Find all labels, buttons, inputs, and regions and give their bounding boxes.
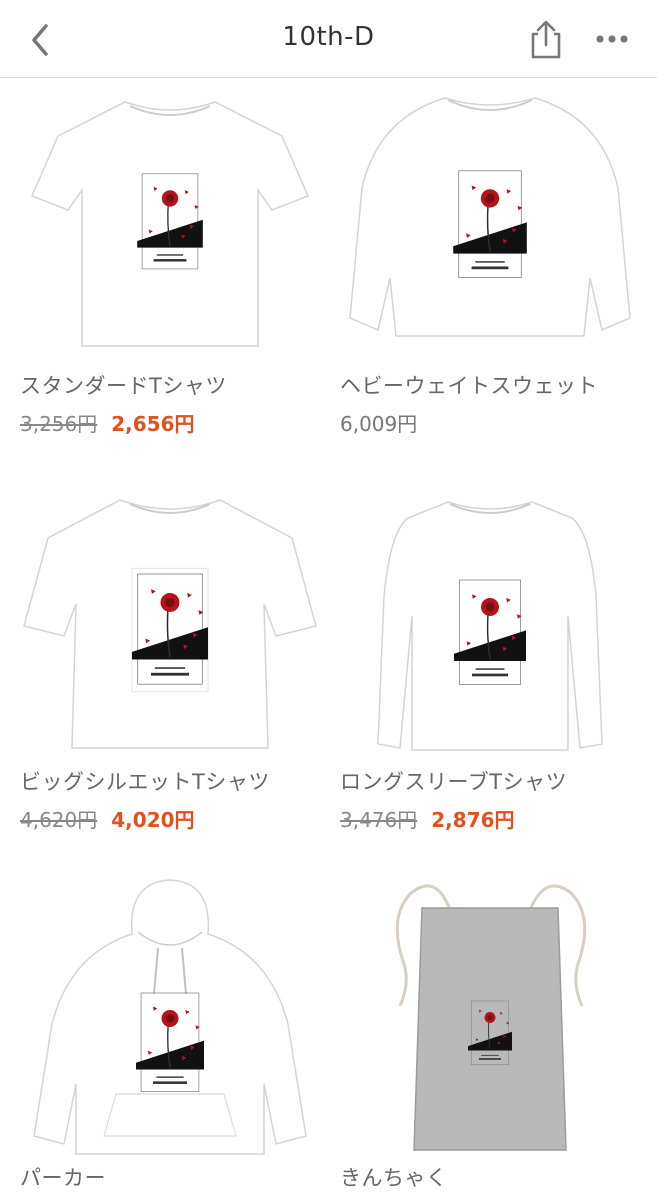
- sweat-garment: [349, 97, 631, 337]
- nav-bar: 10th-D: [0, 0, 657, 78]
- rose-center: [487, 1014, 493, 1021]
- garment-body: [349, 97, 631, 337]
- rose-center: [165, 1014, 175, 1023]
- garment-body: [31, 101, 309, 347]
- print-caption-line: [151, 672, 189, 676]
- product-price: 4,620円 4,020円: [20, 804, 195, 833]
- rose-center: [165, 597, 175, 608]
- product-image: [377, 501, 603, 751]
- garment-body: [377, 501, 603, 751]
- rose-print: [131, 567, 209, 693]
- print-caption-line: [472, 673, 508, 677]
- original-price: 3,476円: [340, 808, 418, 832]
- share-icon[interactable]: [526, 18, 566, 60]
- product-price: 3,476円 2,876円: [340, 804, 515, 833]
- product-name: ヘビーウェイトスウェット: [340, 374, 598, 398]
- print-caption-line: [154, 667, 186, 669]
- original-price: 3,256円: [20, 412, 98, 436]
- sale-price: 2,876円: [431, 808, 515, 832]
- print-caption-line: [475, 668, 505, 670]
- sale-price: 2,656円: [111, 412, 195, 436]
- print-caption-line: [481, 1054, 499, 1056]
- print-caption-line: [479, 1058, 501, 1060]
- product-price: 3,256円 2,656円: [20, 408, 195, 437]
- product-image: [31, 101, 309, 347]
- product-image: [395, 884, 587, 1151]
- print-caption-line: [153, 1081, 187, 1084]
- original-price: 4,620円: [20, 808, 98, 832]
- tshirt-garment: [31, 101, 309, 347]
- garment-body: [413, 907, 567, 1151]
- rose-center: [485, 602, 495, 612]
- more-options-icon[interactable]: [592, 28, 632, 50]
- product-name: きんちゃく: [340, 1166, 448, 1190]
- print-caption-line: [471, 266, 509, 270]
- product-image: [33, 879, 307, 1155]
- product-name: ビッグシルエットTシャツ: [20, 770, 270, 794]
- print-caption-line: [156, 1076, 184, 1078]
- price: 6,009円: [340, 412, 418, 436]
- product-name: パーカー: [20, 1166, 106, 1190]
- rose-center: [165, 194, 175, 203]
- print-caption-line: [475, 260, 505, 263]
- product-name: ロングスリーブTシャツ: [340, 770, 568, 794]
- product-name: スタンダードTシャツ: [20, 374, 227, 398]
- rose-center: [485, 193, 495, 203]
- longsleeve-garment: [377, 501, 603, 751]
- product-image: [23, 499, 317, 749]
- product-price: 6,009円: [340, 408, 417, 437]
- sale-price: 4,020円: [111, 808, 195, 832]
- product-image: [349, 97, 631, 337]
- print-caption-line: [156, 254, 184, 256]
- print-caption-line: [153, 259, 187, 262]
